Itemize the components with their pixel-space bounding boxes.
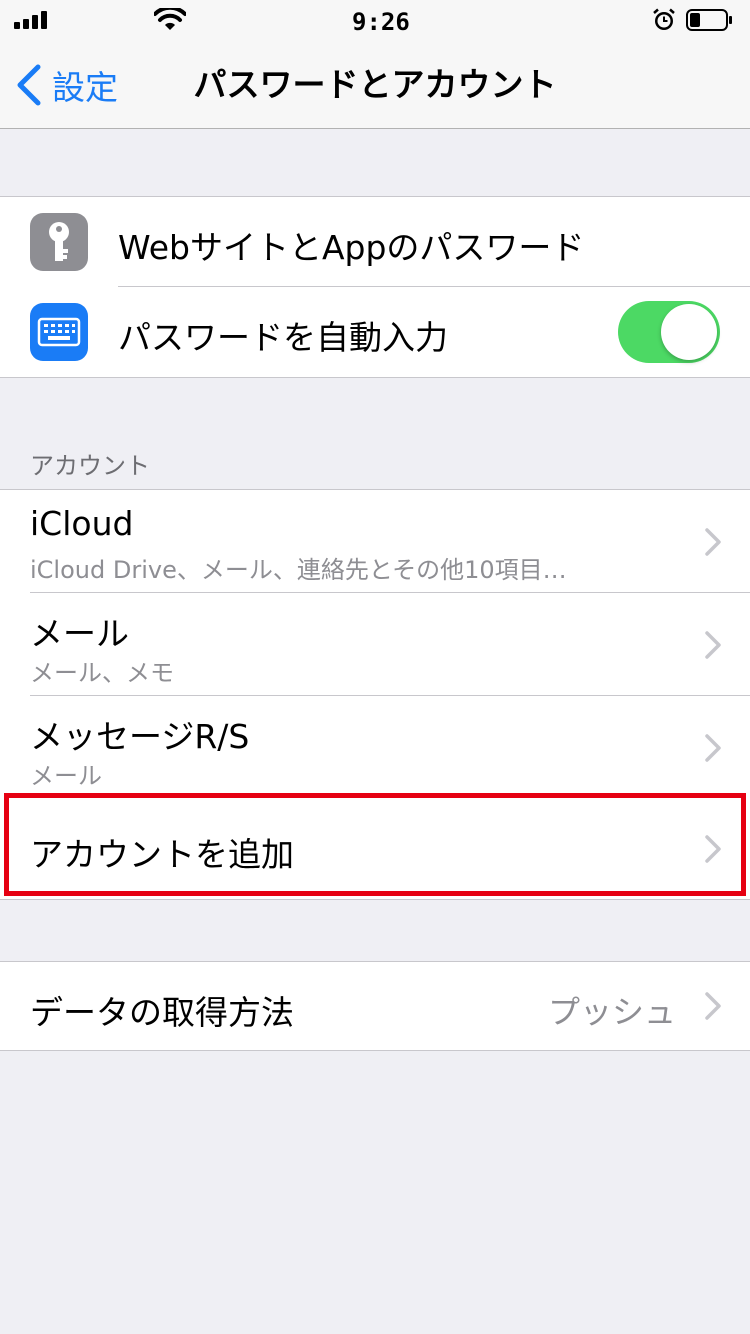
- account-title: iCloud: [30, 504, 134, 543]
- keyboard-icon: [30, 303, 88, 361]
- chevron-right-icon: [705, 992, 721, 1020]
- accounts-section-header: アカウント: [30, 452, 150, 480]
- add-account-row[interactable]: アカウントを追加: [0, 799, 750, 899]
- battery-icon: [686, 9, 732, 31]
- passwords-group: WebサイトとAppのパスワード パスワードを自動入力: [0, 196, 750, 378]
- chevron-right-icon: [705, 528, 721, 556]
- websites-passwords-row[interactable]: WebサイトとAppのパスワード: [0, 197, 750, 287]
- fetch-group: データの取得方法 プッシュ: [0, 961, 750, 1051]
- wifi-icon: [154, 8, 186, 30]
- account-title: メッセージR/S: [30, 717, 250, 756]
- fetch-data-value: プッシュ: [547, 993, 676, 1031]
- chevron-right-icon: [705, 835, 721, 863]
- fetch-data-row[interactable]: データの取得方法 プッシュ: [0, 962, 750, 1050]
- chevron-right-icon: [705, 734, 721, 762]
- account-subtitle: メール: [30, 762, 102, 790]
- cellular-signal-icon: [14, 11, 48, 29]
- account-row-mail[interactable]: メール メール、メモ: [0, 593, 750, 696]
- toggle-knob: [661, 304, 717, 360]
- autofill-toggle[interactable]: [618, 301, 720, 363]
- fetch-data-label: データの取得方法: [30, 993, 294, 1032]
- autofill-passwords-label: パスワードを自動入力: [118, 318, 448, 357]
- add-account-label: アカウントを追加: [30, 835, 294, 874]
- navigation-bar: 設定 パスワードとアカウント: [0, 40, 750, 129]
- autofill-passwords-row: パスワードを自動入力: [0, 287, 750, 377]
- key-icon: [30, 213, 88, 271]
- status-time: 9:26: [352, 8, 410, 36]
- account-subtitle: iCloud Drive、メール、連絡先とその他10項目…: [30, 556, 567, 584]
- account-subtitle: メール、メモ: [30, 659, 174, 687]
- alarm-icon: [653, 8, 675, 30]
- websites-passwords-label: WebサイトとAppのパスワード: [118, 228, 585, 267]
- status-bar: 9:26: [0, 0, 750, 40]
- account-row-messages[interactable]: メッセージR/S メール: [0, 696, 750, 799]
- account-title: メール: [30, 614, 129, 653]
- account-row-icloud[interactable]: iCloud iCloud Drive、メール、連絡先とその他10項目…: [0, 490, 750, 593]
- page-title: パスワードとアカウント: [193, 65, 557, 104]
- accounts-group: iCloud iCloud Drive、メール、連絡先とその他10項目… メール…: [0, 489, 750, 900]
- chevron-right-icon: [705, 631, 721, 659]
